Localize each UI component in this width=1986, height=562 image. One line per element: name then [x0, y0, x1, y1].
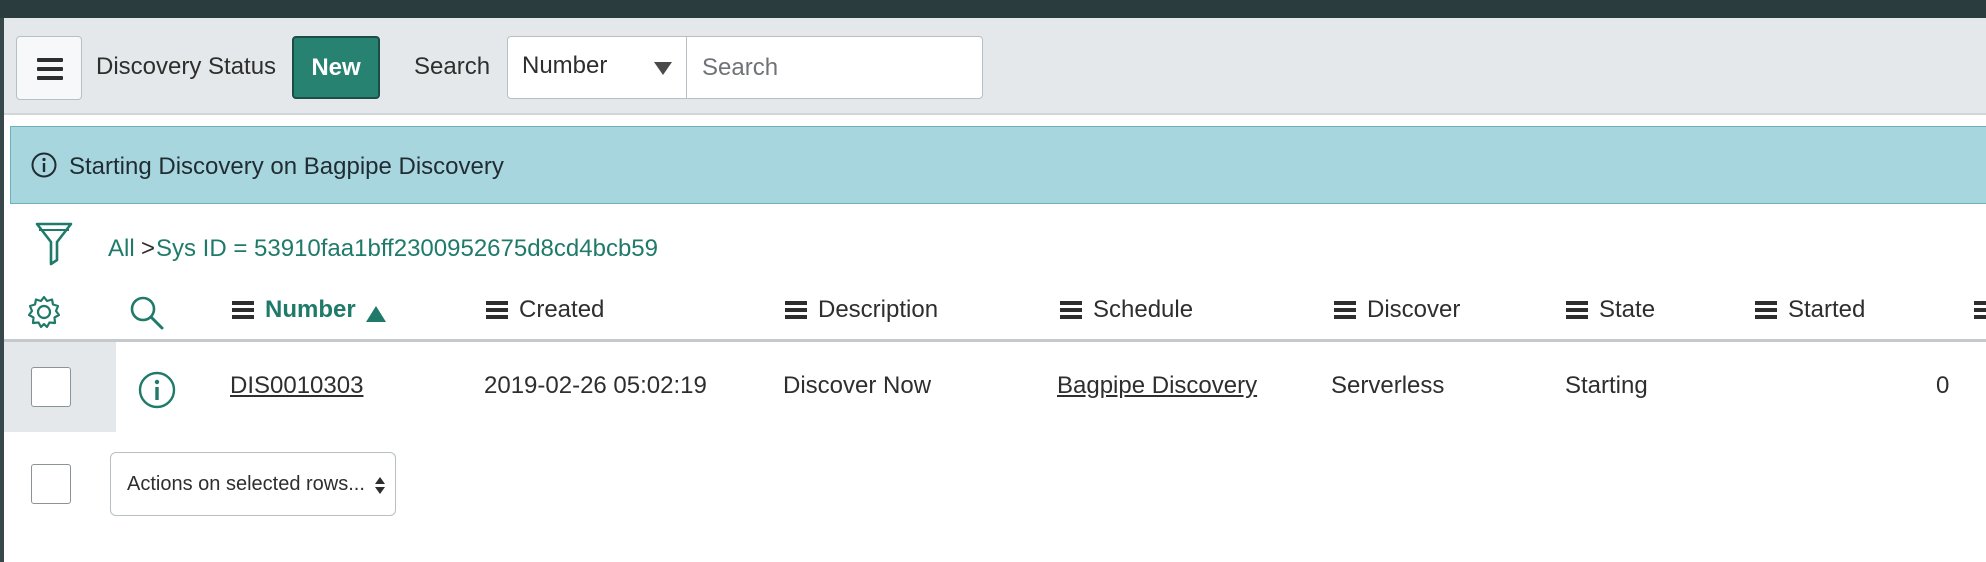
column-header-number[interactable]: Number [265, 296, 356, 324]
column-header-discover[interactable]: Discover [1367, 296, 1460, 324]
column-menu-icon[interactable] [232, 301, 254, 319]
info-preview-icon[interactable] [138, 371, 176, 414]
column-menu-icon[interactable] [1334, 301, 1356, 319]
search-field-value: Number [522, 52, 608, 79]
column-menu-icon[interactable] [1755, 301, 1777, 319]
column-menu-icon[interactable] [1566, 301, 1588, 319]
sort-ascending-icon [366, 306, 386, 322]
column-header-description[interactable]: Description [818, 296, 938, 324]
info-message-text: Starting Discovery on Bagpipe Discovery [69, 153, 504, 180]
breadcrumb-all-link[interactable]: All [108, 235, 135, 263]
breadcrumb: All > Sys ID = 53910faa1bff2300952675d8c… [0, 218, 1986, 274]
list-title: Discovery Status [96, 53, 277, 80]
row-select-cell [4, 342, 116, 432]
table-header: Number Created Description Schedule Disc… [4, 282, 1986, 342]
list-footer: Actions on selected rows... [0, 440, 1986, 540]
gear-icon[interactable] [26, 294, 62, 335]
top-window-strip [0, 0, 1986, 18]
hamburger-menu-button[interactable] [16, 36, 82, 100]
column-menu-icon[interactable] [785, 301, 807, 319]
row-description: Discover Now [783, 372, 932, 399]
column-header-schedule[interactable]: Schedule [1093, 296, 1193, 324]
search-label: Search [414, 53, 491, 80]
select-arrows-icon [375, 477, 385, 484]
row-count: 0 [1936, 372, 1950, 399]
row-schedule-link[interactable]: Bagpipe Discovery [1057, 372, 1257, 400]
caret-down-icon [654, 62, 672, 75]
column-menu-icon[interactable] [486, 301, 508, 319]
search-group: Number [507, 36, 983, 99]
search-field-select[interactable]: Number [508, 37, 687, 98]
row-checkbox[interactable] [31, 367, 71, 407]
row-created: 2019-02-26 05:02:19 [484, 372, 707, 399]
column-menu-icon[interactable] [1060, 301, 1082, 319]
filter-funnel-icon[interactable] [34, 220, 74, 271]
column-header-started[interactable]: Started [1788, 296, 1865, 324]
row-discover: Serverless [1331, 372, 1445, 399]
row-state: Starting [1565, 372, 1648, 399]
column-menu-icon[interactable] [1974, 301, 1986, 319]
table-row: DIS0010303 2019-02-26 05:02:19 Discover … [4, 342, 1986, 432]
column-header-created[interactable]: Created [519, 296, 604, 324]
breadcrumb-filter-link[interactable]: Sys ID = 53910faa1bff2300952675d8cd4bcb5… [156, 235, 658, 263]
search-input[interactable] [690, 39, 975, 96]
search-column-icon[interactable] [128, 294, 166, 337]
list-header: Discovery Status New Search Number [4, 18, 1986, 115]
actions-select[interactable]: Actions on selected rows... [110, 452, 396, 516]
select-all-checkbox[interactable] [31, 464, 71, 504]
actions-select-label: Actions on selected rows... [127, 473, 365, 495]
info-icon [31, 152, 57, 178]
column-header-state[interactable]: State [1599, 296, 1655, 324]
info-message-banner: Starting Discovery on Bagpipe Discovery [10, 126, 1986, 204]
breadcrumb-separator: > [141, 235, 156, 262]
new-button[interactable]: New [292, 36, 380, 99]
row-number-link[interactable]: DIS0010303 [230, 372, 363, 400]
